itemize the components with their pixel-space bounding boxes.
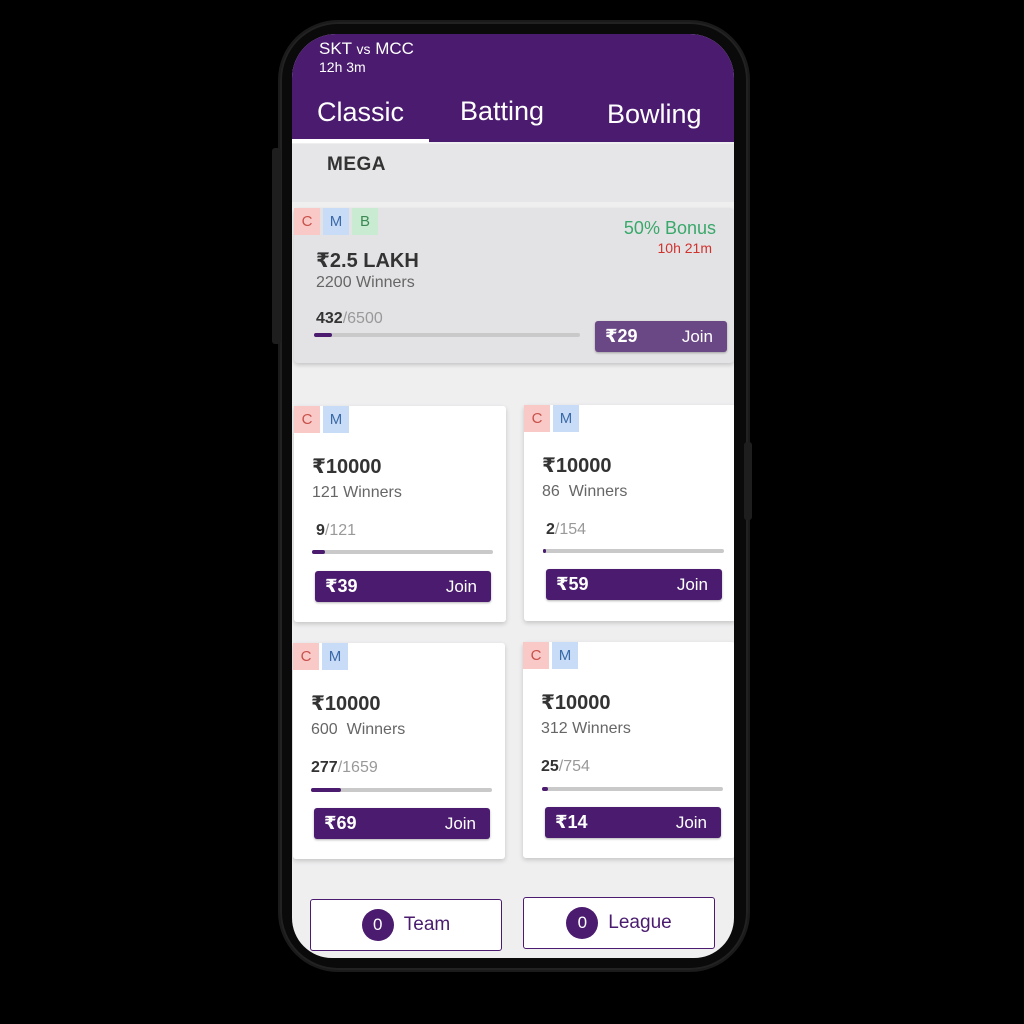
- entries-filled: 277: [311, 759, 338, 776]
- join-button[interactable]: ₹59 Join: [546, 569, 722, 600]
- phone-power-button: [744, 442, 752, 520]
- entries-count: 2/154: [546, 521, 587, 538]
- bonus-label: 50% Bonus: [623, 218, 716, 238]
- entries-total: 754: [563, 758, 590, 775]
- section-title: MEGA: [327, 154, 386, 175]
- tab-bowling[interactable]: Bowling: [607, 99, 702, 130]
- prize-amount: ₹10000: [542, 455, 612, 477]
- entry-fee: ₹29: [605, 326, 638, 346]
- vs-label: vs: [356, 41, 371, 57]
- bonus-countdown: 10h 21m: [657, 240, 712, 256]
- badge-m: M: [322, 643, 348, 670]
- league-count-badge: 0: [566, 907, 599, 939]
- prize-amount: ₹10000: [311, 693, 381, 715]
- contest-card[interactable]: C M ₹10000 312 Winners 25/754 ₹14 Join: [523, 642, 734, 858]
- badge-c: C: [294, 406, 320, 433]
- phone-side-button: [272, 148, 281, 344]
- entries-total: 1659: [342, 759, 378, 776]
- badge-c: C: [293, 643, 319, 670]
- entries-progress-fill: [542, 787, 548, 791]
- join-button[interactable]: ₹14 Join: [545, 807, 721, 838]
- entries-filled: 2: [546, 521, 555, 538]
- join-label: Join: [681, 326, 713, 346]
- app-screen: SKT vs MCC 12h 3m Classic Batting Bowlin…: [292, 34, 734, 958]
- entries-progress-fill: [543, 549, 546, 553]
- mega-contest-card[interactable]: C M B 50% Bonus 10h 21m ₹2.5 LAKH 2200 W…: [294, 208, 734, 363]
- badge-m: M: [323, 208, 349, 235]
- contest-card[interactable]: C M ₹10000 600 Winners 277/1659 ₹69 Join: [293, 643, 505, 859]
- badge-b: B: [352, 208, 378, 235]
- team-count-badge: 0: [361, 909, 394, 941]
- entries-progress-fill: [314, 333, 332, 337]
- team-a-name: SKT: [319, 39, 352, 58]
- tab-batting[interactable]: Batting: [460, 96, 544, 127]
- entries-progress-bar: [312, 550, 493, 554]
- tab-classic[interactable]: Classic: [317, 97, 404, 128]
- match-header: SKT vs MCC 12h 3m Classic Batting Bowlin…: [292, 34, 734, 143]
- entries-progress-fill: [312, 550, 326, 554]
- badge-c: C: [294, 208, 320, 235]
- entries-count: 432/6500: [316, 310, 383, 327]
- winners-count: 312 Winners: [541, 720, 631, 737]
- team-label: Team: [403, 914, 451, 935]
- contest-card[interactable]: C M ₹10000 121 Winners 9/121 ₹39 Join: [294, 406, 506, 622]
- match-title: SKT vs MCC: [319, 39, 414, 59]
- my-teams-button[interactable]: 0 Team: [310, 899, 502, 951]
- entries-total: 154: [559, 521, 587, 538]
- entries-total: 6500: [347, 310, 383, 327]
- badge-m: M: [552, 642, 578, 669]
- active-tab-indicator: [292, 139, 429, 143]
- join-label: Join: [675, 812, 707, 832]
- badge-c: C: [524, 405, 550, 432]
- badge-m: M: [553, 405, 579, 432]
- prize-amount: ₹2.5 LAKH: [316, 250, 419, 272]
- entries-progress-fill: [311, 788, 342, 792]
- entries-count: 277/1659: [311, 759, 378, 776]
- badge-m: M: [323, 406, 349, 433]
- entries-count: 9/121: [316, 522, 357, 539]
- entries-count: 25/754: [541, 758, 590, 775]
- badge-c: C: [523, 642, 549, 669]
- join-button[interactable]: ₹69 Join: [314, 808, 490, 839]
- winners-count: 600 Winners: [311, 721, 406, 738]
- match-countdown: 12h 3m: [319, 59, 366, 75]
- entries-progress-bar: [311, 788, 492, 792]
- my-leagues-button[interactable]: 0 League: [523, 897, 715, 949]
- entries-progress-bar: [543, 549, 724, 553]
- prize-amount: ₹10000: [312, 456, 382, 478]
- entry-fee: ₹39: [325, 576, 358, 596]
- entry-fee: ₹59: [556, 574, 589, 594]
- join-label: Join: [676, 574, 708, 594]
- join-button[interactable]: ₹39 Join: [315, 571, 491, 602]
- winners-count: 2200 Winners: [316, 274, 415, 291]
- join-label: Join: [445, 576, 477, 596]
- prize-amount: ₹10000: [541, 692, 611, 714]
- entries-progress-bar: [314, 333, 580, 337]
- join-label: Join: [444, 813, 476, 833]
- winners-count: 121 Winners: [312, 484, 402, 501]
- entries-filled: 9: [316, 522, 325, 539]
- entry-fee: ₹14: [555, 812, 588, 832]
- league-label: League: [608, 912, 672, 933]
- entries-progress-bar: [542, 787, 723, 791]
- entry-fee: ₹69: [324, 813, 357, 833]
- entries-filled: 432: [316, 310, 343, 327]
- contest-card[interactable]: C M ₹10000 86 Winners 2/154 ₹59 Join: [524, 405, 734, 621]
- join-button[interactable]: ₹29 Join: [595, 321, 727, 352]
- winners-count: 86 Winners: [542, 483, 628, 500]
- entries-total: 121: [329, 522, 357, 539]
- entries-filled: 25: [541, 758, 559, 775]
- team-b-name: MCC: [375, 39, 414, 58]
